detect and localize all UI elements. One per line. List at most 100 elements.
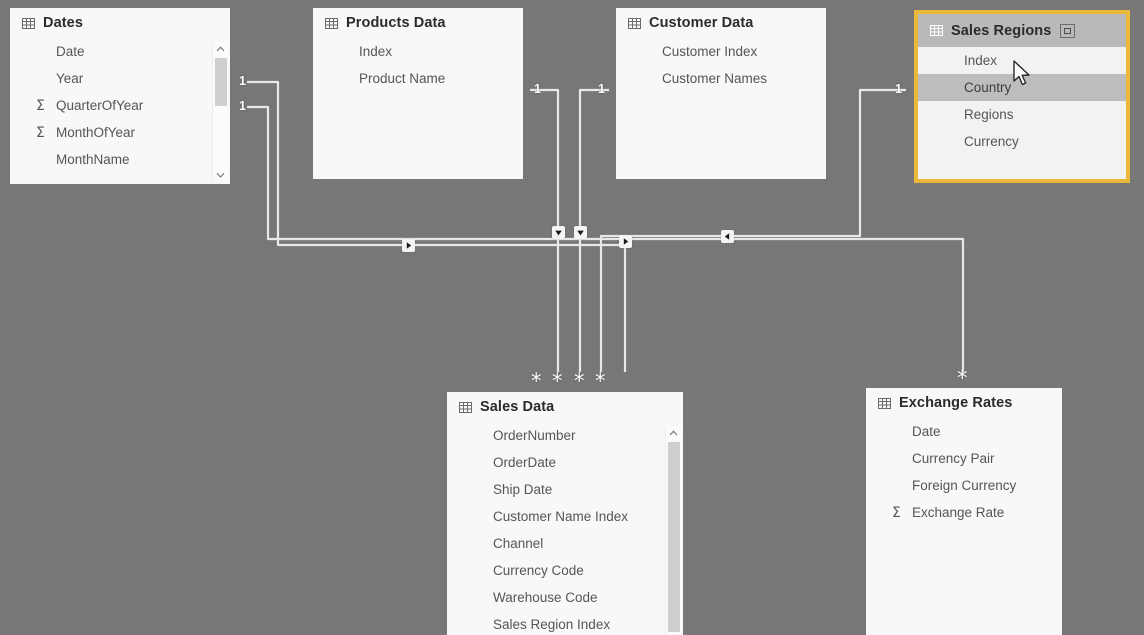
table-title-customer-data: Customer Data bbox=[649, 15, 754, 31]
scroll-up-icon[interactable] bbox=[666, 426, 682, 440]
table-header-exchange-rates[interactable]: Exchange Rates bbox=[866, 388, 1062, 418]
field-row[interactable]: Customer Name Index bbox=[447, 503, 683, 530]
table-grid-icon bbox=[878, 397, 891, 409]
field-row[interactable]: Sales Region Index bbox=[447, 611, 683, 635]
field-label: Exchange Rate bbox=[912, 505, 1005, 520]
table-header-products-data[interactable]: Products Data bbox=[313, 8, 523, 38]
cardinality-many-sales-1: * bbox=[531, 369, 542, 393]
cardinality-one-dates-sales: 1 bbox=[239, 74, 246, 88]
scrollbar-dates[interactable] bbox=[212, 42, 228, 182]
table-grid-icon bbox=[930, 25, 943, 36]
field-label: Currency bbox=[964, 134, 1019, 149]
table-header-dates[interactable]: Dates bbox=[10, 8, 230, 38]
field-label: Warehouse Code bbox=[493, 590, 598, 605]
cardinality-one-regions-sales: 1 bbox=[895, 82, 902, 96]
field-row[interactable]: MonthName bbox=[10, 146, 230, 173]
crossfilter-arrow-down-customer[interactable] bbox=[574, 226, 587, 239]
field-row[interactable]: Currency bbox=[918, 128, 1126, 155]
cardinality-many-sales-3: * bbox=[574, 369, 585, 393]
table-header-sales-data[interactable]: Sales Data bbox=[447, 392, 683, 422]
crossfilter-arrow-left-regions-sales[interactable] bbox=[721, 230, 734, 243]
field-label: Customer Names bbox=[662, 71, 768, 86]
field-label: Foreign Currency bbox=[912, 478, 1017, 493]
cardinality-one-customer-sales: 1 bbox=[598, 82, 605, 96]
table-grid-icon bbox=[628, 17, 641, 29]
table-header-sales-regions[interactable]: Sales Regions bbox=[918, 14, 1126, 47]
field-row[interactable]: Foreign Currency bbox=[866, 472, 1062, 499]
field-label: Sales Region Index bbox=[493, 617, 611, 632]
cardinality-many-sales-4: * bbox=[595, 369, 606, 393]
table-card-sales-data[interactable]: Sales Data OrderNumber OrderDate Ship Da… bbox=[447, 392, 683, 635]
field-label: MonthOfYear bbox=[56, 125, 136, 140]
field-label: Ship Date bbox=[493, 482, 553, 497]
crossfilter-arrow-right-dates-sales[interactable] bbox=[619, 235, 632, 248]
field-row[interactable]: Σ Exchange Rate bbox=[866, 499, 1062, 526]
table-title-exchange-rates: Exchange Rates bbox=[899, 395, 1013, 411]
field-row[interactable]: Currency Pair bbox=[866, 445, 1062, 472]
field-row[interactable]: Σ MonthOfYear bbox=[10, 119, 230, 146]
field-label: OrderDate bbox=[493, 455, 557, 470]
field-label: Customer Index bbox=[662, 44, 758, 59]
field-row[interactable]: Date bbox=[10, 38, 230, 65]
table-title-dates: Dates bbox=[43, 15, 83, 31]
crossfilter-arrow-down-products[interactable] bbox=[552, 226, 565, 239]
field-label: Date bbox=[56, 44, 85, 59]
field-list-customer-data: Customer Index Customer Names bbox=[616, 38, 826, 92]
field-row[interactable]: Product Name bbox=[313, 65, 523, 92]
field-row[interactable]: Customer Names bbox=[616, 65, 826, 92]
field-list-products-data: Index Product Name bbox=[313, 38, 523, 92]
field-list-sales-data: OrderNumber OrderDate Ship Date Customer… bbox=[447, 422, 683, 635]
table-grid-icon bbox=[459, 401, 472, 413]
table-card-customer-data[interactable]: Customer Data Customer Index Customer Na… bbox=[616, 8, 826, 179]
model-view-canvas[interactable]: 1 1 1 1 1 * * * * * Dates Date Year Σ Qu… bbox=[0, 0, 1144, 635]
table-card-products-data[interactable]: Products Data Index Product Name bbox=[313, 8, 523, 179]
table-title-sales-data: Sales Data bbox=[480, 399, 555, 415]
field-label: Year bbox=[56, 71, 84, 86]
scrollbar-track[interactable] bbox=[666, 440, 682, 635]
field-row[interactable]: Customer Index bbox=[616, 38, 826, 65]
field-row[interactable]: Σ QuarterOfYear bbox=[10, 92, 230, 119]
field-label: Index bbox=[359, 44, 393, 59]
field-row[interactable]: Channel bbox=[447, 530, 683, 557]
field-label: Regions bbox=[964, 107, 1014, 122]
table-card-dates[interactable]: Dates Date Year Σ QuarterOfYear Σ MonthOfY… bbox=[10, 8, 230, 184]
field-row[interactable]: Warehouse Code bbox=[447, 584, 683, 611]
field-row[interactable]: OrderDate bbox=[447, 449, 683, 476]
scroll-up-icon[interactable] bbox=[213, 42, 229, 56]
field-label: Product Name bbox=[359, 71, 446, 86]
scrollbar-thumb[interactable] bbox=[667, 442, 680, 632]
field-label: Channel bbox=[493, 536, 544, 551]
field-row[interactable]: Regions bbox=[918, 101, 1126, 128]
cardinality-one-dates-exchange: 1 bbox=[239, 99, 246, 113]
crossfilter-arrow-right-dates-mid[interactable] bbox=[402, 239, 415, 252]
scroll-down-icon[interactable] bbox=[213, 168, 229, 182]
maximize-icon-inner bbox=[1064, 27, 1072, 34]
field-row[interactable]: Index bbox=[313, 38, 523, 65]
table-grid-icon bbox=[22, 17, 35, 29]
field-row[interactable]: Date bbox=[866, 418, 1062, 445]
table-card-exchange-rates[interactable]: Exchange Rates Date Currency Pair Foreig… bbox=[866, 388, 1062, 635]
field-label: MonthName bbox=[56, 152, 130, 167]
table-card-sales-regions[interactable]: Sales Regions Index Country Regions Curr… bbox=[914, 10, 1130, 183]
field-label: OrderNumber bbox=[493, 428, 576, 443]
field-label: Currency Code bbox=[493, 563, 584, 578]
field-list-dates: Date Year Σ QuarterOfYear Σ MonthOfYear Mo… bbox=[10, 38, 230, 173]
field-row[interactable]: Year bbox=[10, 65, 230, 92]
sigma-icon: Σ bbox=[36, 97, 45, 114]
cardinality-one-products-sales: 1 bbox=[534, 82, 541, 96]
table-title-products-data: Products Data bbox=[346, 15, 446, 31]
scrollbar-track[interactable] bbox=[213, 56, 229, 168]
field-label: Customer Name Index bbox=[493, 509, 629, 524]
field-row[interactable]: Ship Date bbox=[447, 476, 683, 503]
mouse-cursor-icon bbox=[1013, 60, 1030, 86]
maximize-icon[interactable] bbox=[1060, 23, 1076, 38]
scrollbar-sales-data[interactable] bbox=[665, 426, 681, 635]
field-label: Index bbox=[964, 53, 998, 68]
field-row[interactable]: Currency Code bbox=[447, 557, 683, 584]
scrollbar-thumb[interactable] bbox=[214, 58, 227, 106]
sigma-icon: Σ bbox=[892, 504, 901, 521]
table-header-customer-data[interactable]: Customer Data bbox=[616, 8, 826, 38]
field-row[interactable]: OrderNumber bbox=[447, 422, 683, 449]
field-label: QuarterOfYear bbox=[56, 98, 144, 113]
field-label: Date bbox=[912, 424, 941, 439]
